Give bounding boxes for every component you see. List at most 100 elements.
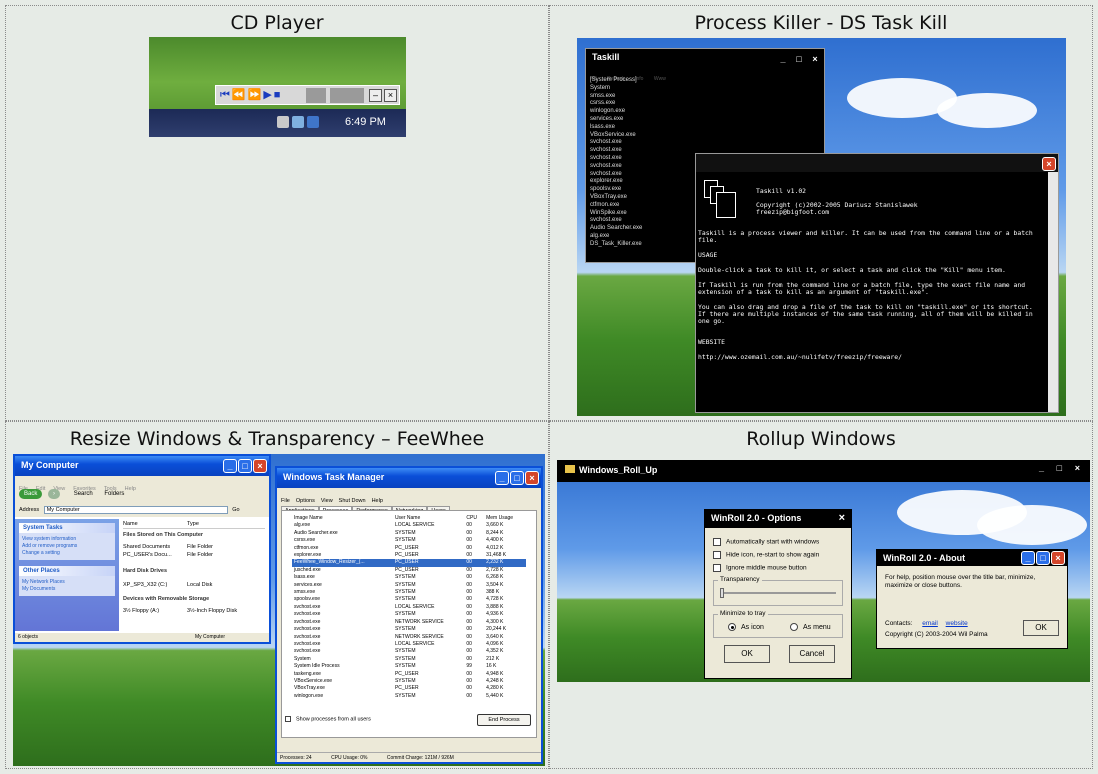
table-row[interactable]: svchost.exe SYSTEM 00 20,244 K — [292, 626, 526, 633]
back-button[interactable]: Back — [19, 489, 43, 499]
website-url[interactable]: http://www.ozemail.com.au/~nulifetv/free… — [698, 354, 1044, 361]
task-link[interactable]: Change a setting — [22, 550, 112, 557]
table-row[interactable]: winlogon.exe SYSTEM 00 5,440 K — [292, 693, 526, 700]
show-all-users[interactable]: Show processes from all users — [285, 716, 371, 722]
table-row[interactable]: FeeWhee_Window_Resizer_(... PC_USER 00 2,23… — [292, 559, 526, 567]
column-header[interactable]: Image Name — [292, 515, 393, 522]
info-scrollbar[interactable] — [1048, 172, 1058, 412]
maximize-button[interactable]: □ — [792, 52, 806, 66]
close-button[interactable]: × — [1051, 551, 1065, 565]
place-link[interactable]: My Documents — [22, 586, 112, 593]
table-row[interactable]: svchost.exe NETWORK SERVICE 00 4,300 K — [292, 619, 526, 626]
rolled-up-window[interactable]: Windows_Roll_Up _ □ × — [557, 460, 1090, 482]
table-row[interactable]: svchost.exe NETWORK SERVICE 00 3,640 K — [292, 634, 526, 641]
radio-as-icon[interactable]: As icon — [728, 623, 764, 631]
table-row[interactable]: lsass.exe SYSTEM 00 6,268 K — [292, 574, 526, 581]
table-row[interactable]: jusched.exe PC_USER 00 2,728 K — [292, 567, 526, 574]
website-link[interactable]: website — [946, 620, 968, 627]
col-name[interactable]: Name — [123, 521, 187, 527]
minimize-button[interactable]: _ — [1021, 551, 1035, 565]
table-row[interactable]: ctfmon.exe PC_USER 00 4,012 K — [292, 545, 526, 552]
skip-back-icon[interactable]: ⏮ — [220, 89, 232, 101]
minimize-button[interactable]: – — [369, 89, 382, 102]
menu-www[interactable]: Www — [654, 76, 666, 82]
process-item[interactable]: smss.exe — [590, 93, 820, 101]
close-button[interactable]: × — [1042, 157, 1056, 171]
maximize-button[interactable]: □ — [238, 459, 252, 473]
network-icon[interactable] — [292, 116, 304, 128]
rewind-icon[interactable]: ⏪ — [232, 89, 248, 101]
column-header[interactable]: CPU — [464, 515, 484, 522]
minimize-button[interactable]: _ — [1039, 463, 1044, 473]
disk-row[interactable]: XP_SP3_X32 (C:) Local Disk — [123, 582, 265, 588]
radio-as-menu[interactable]: As menu — [790, 623, 831, 631]
table-row[interactable]: csrss.exe SYSTEM 00 4,400 K — [292, 537, 526, 544]
process-item[interactable]: svchost.exe — [590, 139, 820, 147]
table-row[interactable]: VBoxService.exe SYSTEM 00 4,248 K — [292, 678, 526, 685]
close-button[interactable]: × — [1075, 463, 1080, 473]
table-row[interactable]: svchost.exe SYSTEM 00 4,352 K — [292, 648, 526, 655]
close-button[interactable]: × — [839, 512, 845, 524]
close-button[interactable]: × — [253, 459, 267, 473]
close-button[interactable]: × — [808, 52, 822, 66]
end-process-button[interactable]: End Process — [477, 714, 531, 726]
maximize-button[interactable]: □ — [1057, 463, 1062, 473]
slider-thumb[interactable] — [720, 588, 724, 598]
table-row[interactable]: explorer.exe PC_USER 00 31,468 K — [292, 552, 526, 559]
file-row[interactable]: PC_USER's Docu... File Folder — [123, 552, 265, 558]
address-input[interactable]: My Computer — [43, 506, 228, 514]
process-item[interactable]: System — [590, 85, 820, 93]
process-item[interactable]: services.exe — [590, 116, 820, 124]
table-row[interactable]: smss.exe SYSTEM 00 388 K — [292, 589, 526, 596]
process-item[interactable]: winlogon.exe — [590, 108, 820, 116]
forward-button[interactable]: › — [48, 489, 61, 499]
process-item[interactable]: csrss.exe — [590, 100, 820, 108]
go-button[interactable]: Go — [232, 507, 239, 513]
process-item[interactable]: [System Process] — [590, 77, 820, 85]
table-row[interactable]: VBoxTray.exe PC_USER 00 4,280 K — [292, 685, 526, 692]
column-header[interactable]: User Name — [393, 515, 464, 522]
maximize-button[interactable]: □ — [1036, 551, 1050, 565]
ok-button[interactable]: OK — [724, 645, 770, 663]
table-row[interactable]: spoolsv.exe SYSTEM 00 4,728 K — [292, 596, 526, 603]
close-button[interactable]: × — [525, 471, 539, 485]
table-row[interactable]: svchost.exe SYSTEM 00 4,936 K — [292, 611, 526, 618]
play-icon[interactable]: ▶ — [263, 89, 273, 101]
email-link[interactable]: email — [922, 620, 938, 627]
option-ignore-middle[interactable]: Ignore middle mouse button — [713, 564, 807, 572]
task-link[interactable]: Add or remove programs — [22, 543, 112, 550]
floppy-row[interactable]: 3½ Floppy (A:) 3½-Inch Floppy Disk — [123, 608, 265, 614]
fast-forward-icon[interactable]: ⏩ — [248, 89, 264, 101]
option-hide-icon[interactable]: Hide icon, re-start to show again — [713, 551, 819, 559]
process-item[interactable]: VBoxService.exe — [590, 132, 820, 140]
table-row[interactable]: svchost.exe LOCAL SERVICE 00 3,888 K — [292, 604, 526, 611]
column-header[interactable]: Mem Usage — [484, 515, 526, 522]
task-link[interactable]: View system information — [22, 536, 112, 543]
col-type[interactable]: Type — [187, 521, 199, 527]
menu-item[interactable]: Help — [125, 486, 136, 492]
file-row[interactable]: Shared Documents File Folder — [123, 544, 265, 550]
table-row[interactable]: services.exe SYSTEM 00 3,504 K — [292, 582, 526, 589]
option-autostart[interactable]: Automatically start with windows — [713, 538, 819, 546]
stop-icon[interactable]: ■ — [274, 89, 283, 101]
other-places-header[interactable]: Other Places — [19, 566, 115, 576]
maximize-button[interactable]: □ — [510, 471, 524, 485]
volume-icon[interactable] — [277, 116, 289, 128]
table-row[interactable]: alg.exe LOCAL SERVICE 00 3,660 K — [292, 522, 526, 529]
process-item[interactable]: lsass.exe — [590, 124, 820, 132]
folders-button[interactable]: Folders — [104, 491, 124, 497]
minimize-button[interactable]: _ — [223, 459, 237, 473]
table-row[interactable]: Audio Searcher.exe SYSTEM 00 8,244 K — [292, 530, 526, 537]
place-link[interactable]: My Network Places — [22, 579, 112, 586]
minimize-button[interactable]: _ — [776, 52, 790, 66]
table-row[interactable]: svchost.exe LOCAL SERVICE 00 4,096 K — [292, 641, 526, 648]
transparency-slider[interactable] — [720, 592, 836, 594]
system-tasks-header[interactable]: System Tasks — [19, 523, 115, 533]
table-row[interactable]: taskeng.exe PC_USER 00 4,948 K — [292, 671, 526, 678]
minimize-button[interactable]: _ — [495, 471, 509, 485]
table-row[interactable]: System SYSTEM 00 212 K — [292, 656, 526, 663]
cancel-button[interactable]: Cancel — [789, 645, 835, 663]
display-icon[interactable] — [307, 116, 319, 128]
table-row[interactable]: System Idle Process SYSTEM 99 16 K — [292, 663, 526, 670]
about-ok-button[interactable]: OK — [1023, 620, 1059, 636]
